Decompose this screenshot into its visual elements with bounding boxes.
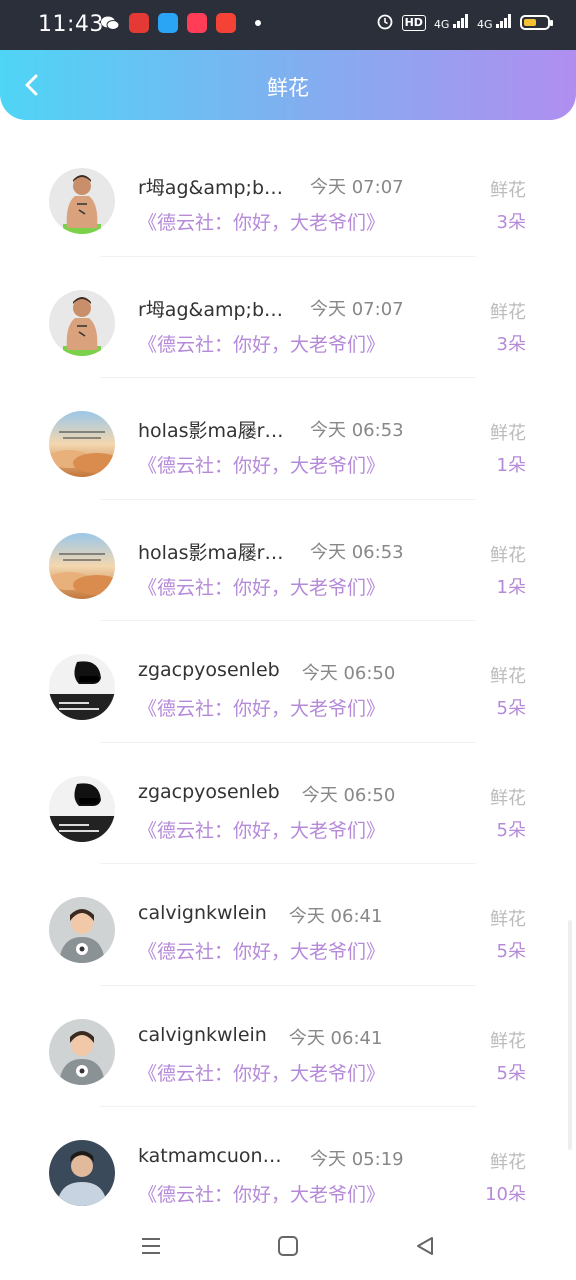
user-name[interactable]: holas影ma屦rt... [138,416,288,443]
gift-type-label: 鲜花 [490,544,526,566]
system-nav-bar [0,1212,576,1280]
signal-2: 4G [477,14,512,31]
signal-1: 4G [434,14,469,31]
avatar-shirtless-man[interactable] [49,289,115,356]
gift-type-label: 鲜花 [490,423,526,444]
status-time: 11:43 [38,12,104,37]
program-title[interactable]: 《德云社：你好，大老爷们》 [138,451,385,478]
notification-icons [100,13,261,33]
alarm-icon [376,12,394,33]
program-title[interactable]: 《德云社：你好，大老爷们》 [138,573,385,600]
status-bar: 11:43 HD 4G 4G [0,0,576,50]
user-name[interactable]: holas影ma屦rt... [138,538,288,565]
browser-app-icon [158,13,178,33]
avatar-sunset-clouds[interactable] [49,532,115,599]
gift-type-label: 鲜花 [490,301,526,323]
gift-count: 5朵 [496,941,526,962]
hd-badge: HD [401,14,426,31]
timestamp: 今天 07:07 [310,177,404,198]
user-name[interactable]: zgacpyosenleb [138,659,280,681]
page-title: 鲜花 [267,76,309,100]
program-title[interactable]: 《德云社：你好，大老爷们》 [138,1059,385,1086]
gift-type-label: 鲜花 [490,180,526,201]
gift-count: 3朵 [496,212,526,233]
gift-type-label: 鲜花 [490,909,526,930]
battery-icon [520,15,553,30]
gift-count: 5朵 [496,698,526,719]
avatar-bw-portrait[interactable] [49,654,115,720]
network-type-1: 4G [433,18,450,31]
list-item[interactable]: calvignkwlein 今天 06:41 《德云社：你好，大老爷们》 鲜花 5朵 [0,986,576,1107]
list-item[interactable]: calvignkwlein 今天 06:41 《德云社：你好，大老爷们》 鲜花 5朵 [0,864,576,986]
gift-type-label: 鲜花 [490,1152,526,1173]
gift-count: 1朵 [496,576,526,598]
list-item[interactable]: katmamcuonsi... 今天 05:19 《德云社：你好，大老爷们》 鲜花 10… [0,1107,576,1229]
user-name[interactable]: katmamcuonsi... [138,1145,288,1167]
avatar-young-man[interactable] [49,1140,115,1206]
home-square-icon [278,1236,298,1256]
header: 鲜花 [0,50,576,120]
wechat-icon [100,13,120,33]
flowers-page: 11:43 HD 4G 4G 鲜花 r坶ag&amp;bo... 今天 07:0… [0,0,576,1280]
gift-record-list: r坶ag&amp;bo... 今天 07:07 《德云社：你好，大老爷们》 鲜花 3朵 r… [0,135,576,1229]
list-item[interactable]: holas影ma屦rt... 今天 06:53 《德云社：你好，大老爷们》 鲜花 1朵 [0,500,576,621]
scrollbar[interactable] [568,920,572,1150]
program-title[interactable]: 《德云社：你好，大老爷们》 [138,937,385,964]
gift-count: 5朵 [496,1062,526,1084]
gift-count: 5朵 [496,819,526,841]
avatar-shirtless-man[interactable] [49,168,115,234]
timestamp: 今天 06:50 [301,663,396,684]
user-name[interactable]: zgacpyosenleb [138,781,280,803]
avatar-sunset-clouds[interactable] [49,411,115,477]
avatar-child[interactable] [49,897,115,963]
user-name[interactable]: calvignkwlein [138,902,267,924]
more-notifications-dot [255,20,261,26]
program-title[interactable]: 《德云社：你好，大老爷们》 [138,816,385,843]
program-title[interactable]: 《德云社：你好，大老爷们》 [138,1180,385,1207]
list-item[interactable]: holas影ma屦rt... 今天 06:53 《德云社：你好，大老爷们》 鲜花 1朵 [0,378,576,500]
gift-type-label: 鲜花 [490,1030,526,1052]
timestamp: 今天 06:53 [310,420,404,441]
nav-back-button[interactable] [409,1230,441,1262]
user-name[interactable]: r坶ag&amp;bo... [138,295,288,322]
program-title[interactable]: 《德云社：你好，大老爷们》 [138,330,385,357]
gift-count: 1朵 [496,455,526,476]
list-item[interactable]: zgacpyosenleb 今天 06:50 《德云社：你好，大老爷们》 鲜花 5朵 [0,621,576,743]
shopping-app-icon [129,13,149,33]
timestamp: 今天 06:50 [301,784,396,806]
network-type-2: 4G [476,18,493,31]
program-title[interactable]: 《德云社：你好，大老爷们》 [138,694,385,721]
map-app-icon [216,13,236,33]
home-button[interactable] [272,1230,304,1262]
gift-type-label: 鲜花 [490,666,526,687]
timestamp: 今天 05:19 [310,1149,404,1170]
gift-count: 10朵 [485,1184,526,1205]
timestamp: 今天 06:41 [288,1027,383,1049]
list-item[interactable]: zgacpyosenleb 今天 06:50 《德云社：你好，大老爷们》 鲜花 5朵 [0,743,576,864]
gift-count: 3朵 [496,333,526,355]
signal-bars-icon [496,14,511,28]
menu-icon [142,1238,160,1254]
gift-type-label: 鲜花 [490,787,526,809]
signal-bars-icon [452,14,468,28]
user-name[interactable]: calvignkwlein [138,1024,267,1046]
timestamp: 今天 06:41 [288,906,383,927]
list-item[interactable]: r坶ag&amp;bo... 今天 07:07 《德云社：你好，大老爷们》 鲜花 3朵 [0,257,576,378]
avatar-child[interactable] [49,1018,115,1085]
back-triangle-icon [417,1237,433,1255]
timestamp: 今天 06:53 [310,541,404,563]
program-title[interactable]: 《德云社：你好，大老爷们》 [138,208,385,235]
video-app-icon [187,13,207,33]
menu-button[interactable] [135,1230,167,1262]
list-item[interactable]: r坶ag&amp;bo... 今天 07:07 《德云社：你好，大老爷们》 鲜花 3朵 [0,135,576,257]
avatar-bw-portrait[interactable] [49,775,115,842]
timestamp: 今天 07:07 [310,298,404,320]
status-right-icons: HD 4G 4G [376,12,553,33]
user-name[interactable]: r坶ag&amp;bo... [138,173,288,200]
